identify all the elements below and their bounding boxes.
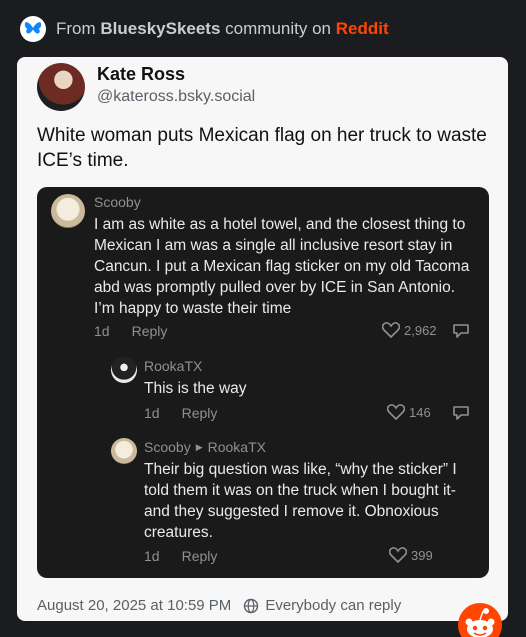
author-name[interactable]: Kate Ross (97, 64, 185, 85)
comment-text: This is the way (144, 380, 247, 397)
post-footer: August 20, 2025 at 10:59 PM Everybody ca… (37, 597, 401, 614)
comment-age: 1d (144, 548, 160, 564)
reply-button: Reply (181, 548, 218, 564)
comment-user: Scooby (144, 439, 191, 455)
platform-name[interactable]: Reddit (336, 19, 389, 39)
comment-meta: 1d Reply (144, 548, 217, 564)
avatar[interactable] (37, 63, 85, 111)
post-timestamp[interactable]: August 20, 2025 at 10:59 PM (37, 597, 231, 614)
reddit-snoo-icon (458, 603, 502, 637)
heart-icon (382, 322, 400, 338)
comment-text: Their big question was like, “why the st… (144, 461, 457, 541)
heart-icon (387, 404, 405, 420)
community-name[interactable]: BlueskySkeets (100, 19, 220, 39)
award-icon (453, 406, 469, 420)
comment-age: 1d (94, 323, 110, 339)
vote-count: 146 (409, 404, 431, 420)
globe-icon (244, 598, 259, 613)
reply-button: Reply (131, 323, 168, 339)
heart-icon (389, 547, 407, 563)
comment-user: RookaTX (144, 358, 203, 374)
author-handle[interactable]: @kateross.bsky.social (97, 88, 255, 106)
reply-to-user: RookaTX (207, 439, 266, 455)
comment-user-line: Scooby ▶ RookaTX (144, 439, 266, 455)
vote-count: 2,962 (404, 322, 437, 338)
upvote: 2,962 (382, 322, 437, 338)
avatar (51, 194, 85, 228)
upvote: 399 (389, 547, 433, 563)
bluesky-butterfly-icon (20, 16, 46, 42)
reply-button: Reply (181, 405, 218, 421)
upvote: 146 (387, 404, 431, 420)
vote-count: 399 (411, 547, 433, 563)
reply-setting: Everybody can reply (265, 597, 402, 614)
header-prefix: From (56, 19, 96, 38)
comment-meta: 1d Reply (144, 405, 217, 421)
post-card: Kate Ross @kateross.bsky.social White wo… (17, 57, 508, 637)
reply-arrow-icon: ▶ (195, 441, 203, 452)
post-text: White woman puts Mexican flag on her tru… (37, 125, 487, 171)
comment-age: 1d (144, 405, 160, 421)
comment-thread-screenshot: Scooby I am as white as a hotel towel, a… (37, 187, 489, 578)
avatar (111, 357, 137, 383)
comment-meta: 1d Reply (94, 323, 167, 339)
comment-user: Scooby (94, 194, 141, 210)
comment-text: I am as white as a hotel towel, and the … (94, 216, 470, 317)
avatar (111, 438, 137, 464)
award-icon (453, 324, 469, 338)
header-middle: community on (225, 19, 331, 38)
source-header: From BlueskySkeets community on Reddit (0, 0, 526, 58)
